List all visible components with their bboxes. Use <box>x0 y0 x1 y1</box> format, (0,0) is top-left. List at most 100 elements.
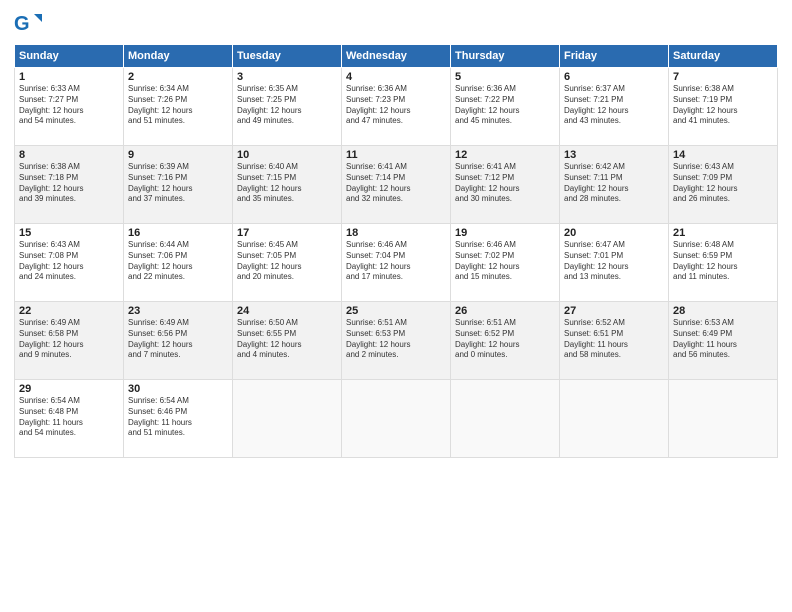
day-number: 26 <box>455 305 555 317</box>
day-number: 21 <box>673 227 773 239</box>
day-number: 20 <box>564 227 664 239</box>
day-number: 17 <box>237 227 337 239</box>
calendar-cell: 29Sunrise: 6:54 AMSunset: 6:48 PMDayligh… <box>15 380 124 458</box>
day-number: 1 <box>19 71 119 83</box>
day-number: 5 <box>455 71 555 83</box>
calendar-week-2: 8Sunrise: 6:38 AMSunset: 7:18 PMDaylight… <box>15 146 778 224</box>
day-number: 7 <box>673 71 773 83</box>
day-info: Sunrise: 6:54 AMSunset: 6:48 PMDaylight:… <box>19 396 119 439</box>
day-info: Sunrise: 6:42 AMSunset: 7:11 PMDaylight:… <box>564 162 664 205</box>
day-info: Sunrise: 6:39 AMSunset: 7:16 PMDaylight:… <box>128 162 228 205</box>
day-info: Sunrise: 6:43 AMSunset: 7:09 PMDaylight:… <box>673 162 773 205</box>
calendar-cell <box>451 380 560 458</box>
day-number: 22 <box>19 305 119 317</box>
calendar-cell: 17Sunrise: 6:45 AMSunset: 7:05 PMDayligh… <box>233 224 342 302</box>
day-number: 18 <box>346 227 446 239</box>
calendar-cell: 11Sunrise: 6:41 AMSunset: 7:14 PMDayligh… <box>342 146 451 224</box>
day-number: 14 <box>673 149 773 161</box>
day-info: Sunrise: 6:41 AMSunset: 7:14 PMDaylight:… <box>346 162 446 205</box>
svg-text:G: G <box>14 13 30 35</box>
day-info: Sunrise: 6:50 AMSunset: 6:55 PMDaylight:… <box>237 318 337 361</box>
day-number: 6 <box>564 71 664 83</box>
day-info: Sunrise: 6:49 AMSunset: 6:58 PMDaylight:… <box>19 318 119 361</box>
weekday-header-wednesday: Wednesday <box>342 45 451 68</box>
calendar-cell: 4Sunrise: 6:36 AMSunset: 7:23 PMDaylight… <box>342 68 451 146</box>
calendar-cell: 25Sunrise: 6:51 AMSunset: 6:53 PMDayligh… <box>342 302 451 380</box>
day-info: Sunrise: 6:49 AMSunset: 6:56 PMDaylight:… <box>128 318 228 361</box>
logo-icon: G <box>14 10 42 38</box>
day-info: Sunrise: 6:48 AMSunset: 6:59 PMDaylight:… <box>673 240 773 283</box>
calendar-week-5: 29Sunrise: 6:54 AMSunset: 6:48 PMDayligh… <box>15 380 778 458</box>
day-number: 10 <box>237 149 337 161</box>
weekday-header-saturday: Saturday <box>669 45 778 68</box>
day-number: 15 <box>19 227 119 239</box>
calendar-cell: 7Sunrise: 6:38 AMSunset: 7:19 PMDaylight… <box>669 68 778 146</box>
calendar-cell <box>342 380 451 458</box>
weekday-header-sunday: Sunday <box>15 45 124 68</box>
day-info: Sunrise: 6:38 AMSunset: 7:18 PMDaylight:… <box>19 162 119 205</box>
day-info: Sunrise: 6:33 AMSunset: 7:27 PMDaylight:… <box>19 84 119 127</box>
day-number: 19 <box>455 227 555 239</box>
calendar-cell <box>233 380 342 458</box>
day-number: 2 <box>128 71 228 83</box>
calendar-cell: 12Sunrise: 6:41 AMSunset: 7:12 PMDayligh… <box>451 146 560 224</box>
calendar-cell: 16Sunrise: 6:44 AMSunset: 7:06 PMDayligh… <box>124 224 233 302</box>
day-info: Sunrise: 6:53 AMSunset: 6:49 PMDaylight:… <box>673 318 773 361</box>
day-number: 27 <box>564 305 664 317</box>
day-info: Sunrise: 6:52 AMSunset: 6:51 PMDaylight:… <box>564 318 664 361</box>
page-header: G <box>14 10 778 38</box>
calendar-cell: 27Sunrise: 6:52 AMSunset: 6:51 PMDayligh… <box>560 302 669 380</box>
day-info: Sunrise: 6:41 AMSunset: 7:12 PMDaylight:… <box>455 162 555 205</box>
weekday-header-row: SundayMondayTuesdayWednesdayThursdayFrid… <box>15 45 778 68</box>
calendar-cell: 2Sunrise: 6:34 AMSunset: 7:26 PMDaylight… <box>124 68 233 146</box>
calendar-cell: 6Sunrise: 6:37 AMSunset: 7:21 PMDaylight… <box>560 68 669 146</box>
calendar-cell: 14Sunrise: 6:43 AMSunset: 7:09 PMDayligh… <box>669 146 778 224</box>
day-number: 9 <box>128 149 228 161</box>
calendar-week-1: 1Sunrise: 6:33 AMSunset: 7:27 PMDaylight… <box>15 68 778 146</box>
weekday-header-friday: Friday <box>560 45 669 68</box>
day-info: Sunrise: 6:38 AMSunset: 7:19 PMDaylight:… <box>673 84 773 127</box>
calendar-cell: 28Sunrise: 6:53 AMSunset: 6:49 PMDayligh… <box>669 302 778 380</box>
weekday-header-monday: Monday <box>124 45 233 68</box>
calendar-cell: 23Sunrise: 6:49 AMSunset: 6:56 PMDayligh… <box>124 302 233 380</box>
day-info: Sunrise: 6:35 AMSunset: 7:25 PMDaylight:… <box>237 84 337 127</box>
day-number: 29 <box>19 383 119 395</box>
day-info: Sunrise: 6:51 AMSunset: 6:53 PMDaylight:… <box>346 318 446 361</box>
day-number: 13 <box>564 149 664 161</box>
calendar-cell <box>560 380 669 458</box>
calendar-cell: 3Sunrise: 6:35 AMSunset: 7:25 PMDaylight… <box>233 68 342 146</box>
logo: G <box>14 10 44 38</box>
calendar-cell: 30Sunrise: 6:54 AMSunset: 6:46 PMDayligh… <box>124 380 233 458</box>
calendar-cell: 13Sunrise: 6:42 AMSunset: 7:11 PMDayligh… <box>560 146 669 224</box>
calendar-cell: 9Sunrise: 6:39 AMSunset: 7:16 PMDaylight… <box>124 146 233 224</box>
day-info: Sunrise: 6:54 AMSunset: 6:46 PMDaylight:… <box>128 396 228 439</box>
calendar-cell: 26Sunrise: 6:51 AMSunset: 6:52 PMDayligh… <box>451 302 560 380</box>
weekday-header-tuesday: Tuesday <box>233 45 342 68</box>
day-info: Sunrise: 6:46 AMSunset: 7:04 PMDaylight:… <box>346 240 446 283</box>
calendar-cell: 15Sunrise: 6:43 AMSunset: 7:08 PMDayligh… <box>15 224 124 302</box>
day-info: Sunrise: 6:40 AMSunset: 7:15 PMDaylight:… <box>237 162 337 205</box>
calendar-cell: 1Sunrise: 6:33 AMSunset: 7:27 PMDaylight… <box>15 68 124 146</box>
calendar-cell: 20Sunrise: 6:47 AMSunset: 7:01 PMDayligh… <box>560 224 669 302</box>
calendar-table: SundayMondayTuesdayWednesdayThursdayFrid… <box>14 44 778 458</box>
day-info: Sunrise: 6:45 AMSunset: 7:05 PMDaylight:… <box>237 240 337 283</box>
day-number: 24 <box>237 305 337 317</box>
calendar-cell: 21Sunrise: 6:48 AMSunset: 6:59 PMDayligh… <box>669 224 778 302</box>
day-number: 30 <box>128 383 228 395</box>
calendar-week-4: 22Sunrise: 6:49 AMSunset: 6:58 PMDayligh… <box>15 302 778 380</box>
calendar-cell: 8Sunrise: 6:38 AMSunset: 7:18 PMDaylight… <box>15 146 124 224</box>
day-number: 16 <box>128 227 228 239</box>
day-number: 3 <box>237 71 337 83</box>
calendar-cell: 10Sunrise: 6:40 AMSunset: 7:15 PMDayligh… <box>233 146 342 224</box>
day-number: 28 <box>673 305 773 317</box>
day-info: Sunrise: 6:34 AMSunset: 7:26 PMDaylight:… <box>128 84 228 127</box>
day-info: Sunrise: 6:43 AMSunset: 7:08 PMDaylight:… <box>19 240 119 283</box>
calendar-cell: 22Sunrise: 6:49 AMSunset: 6:58 PMDayligh… <box>15 302 124 380</box>
calendar-cell: 5Sunrise: 6:36 AMSunset: 7:22 PMDaylight… <box>451 68 560 146</box>
day-number: 8 <box>19 149 119 161</box>
day-info: Sunrise: 6:44 AMSunset: 7:06 PMDaylight:… <box>128 240 228 283</box>
day-info: Sunrise: 6:46 AMSunset: 7:02 PMDaylight:… <box>455 240 555 283</box>
weekday-header-thursday: Thursday <box>451 45 560 68</box>
calendar-week-3: 15Sunrise: 6:43 AMSunset: 7:08 PMDayligh… <box>15 224 778 302</box>
day-number: 4 <box>346 71 446 83</box>
